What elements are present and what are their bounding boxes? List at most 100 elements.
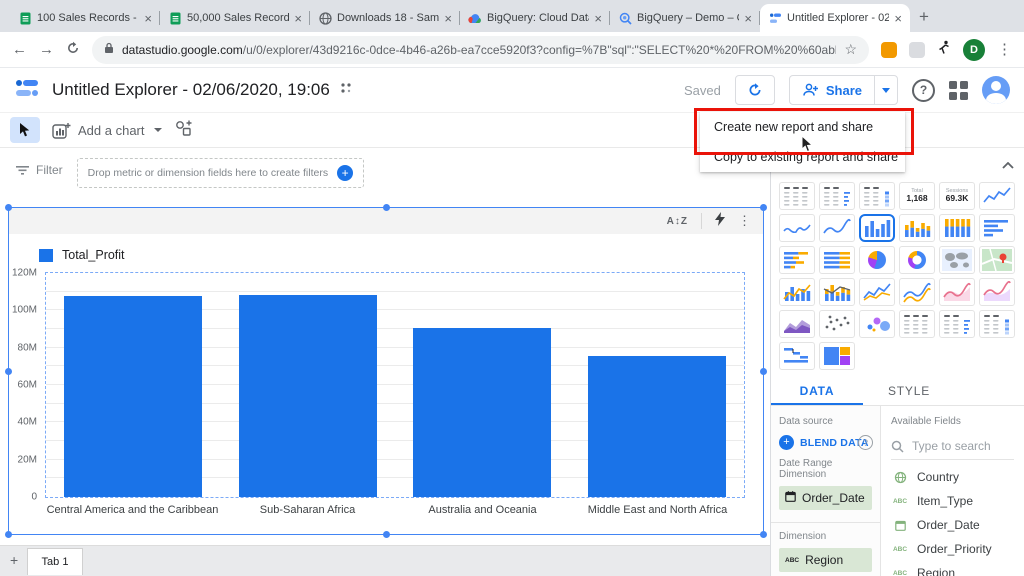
document-title[interactable]: Untitled Explorer - 02/06/2020, 19:06 [52,80,330,100]
resize-handle[interactable] [760,531,767,538]
close-tab-icon[interactable]: × [744,12,752,25]
close-tab-icon[interactable]: × [294,12,302,25]
chart-type-area-line-chart[interactable] [939,278,975,306]
chart-type-smoothed-area-line-chart[interactable] [979,278,1015,306]
forward-icon[interactable]: → [39,42,54,57]
browser-profile-avatar[interactable]: D [963,39,985,61]
chart-type-google-maps[interactable] [979,246,1015,274]
share-dropdown-caret[interactable] [874,76,897,104]
address-bar[interactable]: datastudio.google.com/u/0/explorer/43d92… [92,36,869,64]
new-tab-button[interactable]: + [919,8,929,25]
collapse-panel-icon[interactable] [1002,156,1014,174]
chart-card[interactable]: A↕Z ⋮ Total_Profit 020M40M60M80M100M120M… [8,207,764,535]
resize-handle[interactable] [5,204,12,211]
tab-style[interactable]: STYLE [863,378,955,405]
chart-type-percent-stacked-column-chart[interactable] [939,214,975,242]
chart-type-smoothed-time-series[interactable] [819,214,855,242]
menu-item-1[interactable]: Copy to existing report and share [700,142,905,172]
chart-type-scorecard-sessions[interactable]: Sessions69.3K [939,182,975,210]
dimension-chip[interactable]: ABC Region [779,548,872,572]
field-Country[interactable]: Country [891,470,1014,484]
data-freshness-icon[interactable] [715,212,725,231]
chart-type-percent-stacked-bar-chart[interactable] [819,246,855,274]
chart-menu-icon[interactable]: ⋮ [738,213,751,229]
chart-type-stacked-area-chart[interactable] [779,310,815,338]
extension-icon-3[interactable] [937,40,951,60]
close-tab-icon[interactable]: × [894,12,902,25]
page-tab-1[interactable]: Tab 1 [27,548,83,575]
browser-tab[interactable]: Downloads 18 - Sample× [310,4,460,32]
field-Region[interactable]: ABCRegion [891,566,1014,576]
date-range-chip[interactable]: Order_Date [779,486,872,510]
chart-type-smoothed-line-chart[interactable] [899,278,935,306]
tab-data[interactable]: DATA [771,378,863,405]
chart-bar[interactable] [239,295,377,497]
resize-handle[interactable] [383,531,390,538]
chart-type-pivot-table-with-heatmap[interactable] [979,310,1015,338]
chart-type-pivot-table-with-bars[interactable] [939,310,975,338]
blend-data-button[interactable]: + BLEND DATA ? [779,435,872,450]
field-Item_Type[interactable]: ABCItem_Type [891,494,1014,508]
chart-type-donut-chart[interactable] [899,246,935,274]
menu-item-0[interactable]: Create new report and share [700,112,905,142]
resize-handle[interactable] [760,368,767,375]
blend-help-icon[interactable]: ? [858,435,873,450]
chart-bar[interactable] [413,328,551,497]
close-tab-icon[interactable]: × [144,12,152,25]
chart-type-table[interactable] [779,182,815,210]
chart-type-table-with-heatmap[interactable] [859,182,895,210]
filter-drop-zone[interactable]: Drop metric or dimension fields here to … [77,158,364,188]
chart-type-geo-chart[interactable] [939,246,975,274]
reload-icon[interactable] [66,41,80,58]
field-search-input[interactable]: Type to search [891,433,1014,460]
chart-type-bubble-chart[interactable] [859,310,895,338]
chart-type-pivot-table[interactable] [899,310,935,338]
chart-type-scatter-chart[interactable] [819,310,855,338]
field-Order_Priority[interactable]: ABCOrder_Priority [891,542,1014,556]
account-avatar[interactable] [982,76,1010,104]
add-chart-button[interactable]: Add a chart [52,122,162,139]
chart-type-time-series[interactable] [979,182,1015,210]
explorer-options-icon[interactable] [340,81,352,99]
chart-type-bar-chart[interactable] [979,214,1015,242]
extension-icon-1[interactable] [881,42,897,58]
chart-type-stacked-column-chart[interactable] [899,214,935,242]
bookmark-star-icon[interactable]: ☆ [844,41,857,58]
browser-tab[interactable]: BigQuery – Demo – Go× [610,4,760,32]
resize-handle[interactable] [5,368,12,375]
extension-icon-2[interactable] [909,42,925,58]
help-icon[interactable]: ? [912,79,935,102]
browser-tab[interactable]: 50,000 Sales Records× [160,4,310,32]
browser-tab[interactable]: BigQuery: Cloud Data W× [460,4,610,32]
browser-menu-icon[interactable]: ⋮ [997,42,1012,57]
chart-type-column-chart[interactable] [859,214,895,242]
resize-handle[interactable] [383,204,390,211]
close-tab-icon[interactable]: × [594,12,602,25]
close-tab-icon[interactable]: × [444,12,452,25]
field-Order_Date[interactable]: Order_Date [891,518,1014,532]
chart-type-scorecard-total[interactable]: Total1,168 [899,182,935,210]
browser-tab[interactable]: Untitled Explorer - 02/0× [760,4,910,32]
apps-grid-icon[interactable] [949,81,968,100]
chart-type-pie-chart[interactable] [859,246,895,274]
add-filter-icon[interactable]: + [337,165,353,181]
chart-type-stacked-bar-chart[interactable] [779,246,815,274]
chart-type-treemap[interactable] [819,342,855,370]
refresh-data-button[interactable] [735,75,775,105]
select-tool-button[interactable] [10,117,40,143]
chart-bar[interactable] [64,296,202,497]
chart-type-sparkline[interactable] [779,214,815,242]
chart-type-combo-chart[interactable] [779,278,815,306]
back-icon[interactable]: ← [12,42,27,57]
add-page-tab-button[interactable]: + [10,553,18,567]
chart-type-stacked-combo-chart[interactable] [819,278,855,306]
browser-tab[interactable]: 100 Sales Records - G× [10,4,160,32]
chart-type-table-with-bars[interactable] [819,182,855,210]
chart-bar[interactable] [588,356,726,497]
chart-type-waterfall-chart[interactable] [779,342,815,370]
share-button[interactable]: Share [790,83,874,98]
resize-handle[interactable] [760,204,767,211]
sort-az-icon[interactable]: A↕Z [667,216,688,227]
chart-type-line-chart[interactable] [859,278,895,306]
resize-handle[interactable] [5,531,12,538]
